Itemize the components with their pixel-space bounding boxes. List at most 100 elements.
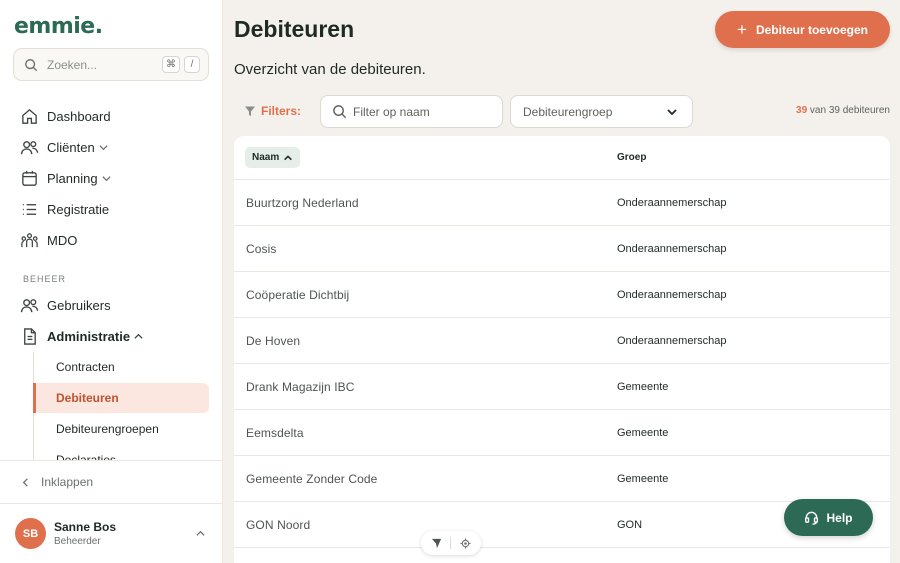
plus-icon: + xyxy=(737,20,747,39)
sidebar-item-label: Dashboard xyxy=(47,109,111,124)
sidebar-nav: Dashboard Cliënten Planning Registratie … xyxy=(0,101,222,352)
user-info: Sanne Bos Beheerder xyxy=(54,520,195,547)
page-subtitle: Overzicht van de debiteuren. xyxy=(234,61,426,78)
table-row[interactable]: Buurtzorg Nederland Onderaannemerschap xyxy=(234,180,890,226)
sidebar-item-label: Planning xyxy=(47,171,98,186)
group-filter-select[interactable]: Debiteurengroep xyxy=(510,95,693,128)
name-filter-placeholder: Filter op naam xyxy=(353,104,430,119)
sidebar-item-label: MDO xyxy=(47,233,78,248)
cell-name: Drank Magazijn IBC xyxy=(246,379,355,394)
cell-group: Onderaannemerschap xyxy=(617,196,727,209)
calendar-icon xyxy=(22,170,37,186)
cell-group: Gemeente xyxy=(617,472,669,485)
result-count-total: van 39 debiteuren xyxy=(809,105,890,116)
sidebar-item-gebruikers[interactable]: Gebruikers xyxy=(0,290,222,321)
chevron-up-icon xyxy=(196,530,205,536)
user-name: Sanne Bos xyxy=(54,520,117,534)
table-row[interactable]: Cosis Onderaannemerschap xyxy=(234,226,890,272)
sidebar-item-dashboard[interactable]: Dashboard xyxy=(0,101,222,132)
group-filter-value: Debiteurengroep xyxy=(523,104,613,119)
logo[interactable]: emmie. xyxy=(14,14,103,39)
cell-group: Onderaannemerschap xyxy=(617,288,727,301)
collapse-sidebar-button[interactable]: Inklappen xyxy=(0,460,222,503)
chevron-down-icon xyxy=(667,108,677,115)
table-row[interactable]: Drank Magazijn IBC Gemeente xyxy=(234,364,890,410)
chevron-down-icon xyxy=(101,176,111,182)
chevron-left-icon xyxy=(22,477,28,487)
sidebar-item-label: Cliënten xyxy=(47,140,95,155)
cell-name: Coöperatie Dichtbij xyxy=(246,287,350,302)
cell-name: Gemeente Zonder Code xyxy=(246,471,378,486)
submenu-item-contracten[interactable]: Contracten xyxy=(34,352,209,382)
sidebar-item-label: Registratie xyxy=(47,202,110,217)
sidebar-item-label: Administratie xyxy=(47,329,131,344)
floating-toolbar xyxy=(421,531,481,555)
help-button[interactable]: Help xyxy=(784,499,873,536)
chevron-down-icon xyxy=(99,145,108,151)
cell-group: Onderaannemerschap xyxy=(617,334,727,347)
submenu-administratie: Contracten Debiteuren Debiteurengroepen … xyxy=(33,352,222,460)
shortcut-key-cmd: ⌘ xyxy=(162,56,180,73)
column-header-groep[interactable]: Groep xyxy=(617,152,646,163)
filters-toggle[interactable]: Filters: xyxy=(244,104,301,118)
submenu-item-declaraties[interactable]: Declaraties xyxy=(34,445,209,460)
cell-group: GON xyxy=(617,518,643,531)
headset-icon xyxy=(805,511,819,525)
cell-name: Eemsdelta xyxy=(246,425,304,440)
column-header-naam: Naam xyxy=(234,147,617,168)
home-icon xyxy=(22,108,37,124)
team-icon xyxy=(21,233,38,248)
result-count-shown: 39 xyxy=(796,105,808,116)
column-label-naam: Naam xyxy=(252,152,280,163)
add-debiteur-button[interactable]: + Debiteur toevoegen xyxy=(715,11,890,48)
table-row[interactable]: Coöperatie Dichtbij Onderaannemerschap xyxy=(234,272,890,318)
shortcut-key-slash: / xyxy=(184,56,200,73)
sidebar-item-administratie[interactable]: Administratie xyxy=(0,321,222,352)
result-count: 39 van 39 debiteuren xyxy=(796,105,890,116)
cell-group: Gemeente xyxy=(617,380,669,393)
users-icon xyxy=(20,299,39,313)
help-label: Help xyxy=(826,510,853,525)
search-placeholder: Zoeken... xyxy=(47,57,98,72)
list-icon xyxy=(22,204,37,215)
cell-name: Buurtzorg Nederland xyxy=(246,195,359,210)
collapse-label: Inklappen xyxy=(41,475,94,489)
cell-name: GON Noord xyxy=(246,517,311,532)
user-menu[interactable]: SB Sanne Bos Beheerder xyxy=(0,503,222,563)
sidebar-item-registratie[interactable]: Registratie xyxy=(0,194,222,225)
table-row[interactable]: De Hoven Onderaannemerschap xyxy=(234,318,890,364)
chevron-up-icon xyxy=(134,333,143,339)
sort-by-naam-button[interactable]: Naam xyxy=(245,147,301,168)
cursor-icon[interactable] xyxy=(431,538,442,549)
search-icon xyxy=(25,58,38,71)
table-row[interactable]: Eemsdelta Gemeente xyxy=(234,410,890,456)
filters-label: Filters: xyxy=(261,104,302,118)
users-icon xyxy=(20,141,39,155)
table-row[interactable]: Gemeente Zonder Code Gemeente xyxy=(234,456,890,502)
cell-group: Onderaannemerschap xyxy=(617,242,727,255)
name-filter-input[interactable]: Filter op naam xyxy=(320,95,503,128)
avatar: SB xyxy=(15,518,46,549)
sidebar-item-mdo[interactable]: MDO xyxy=(0,225,222,256)
sidebar-item-planning[interactable]: Planning xyxy=(0,163,222,194)
toolbar-divider xyxy=(450,537,452,549)
debiteuren-table: Naam Groep Buurtzorg Nederland Onderaanne… xyxy=(234,136,890,563)
user-role: Beheerder xyxy=(54,536,101,547)
sidebar-item-clienten[interactable]: Cliënten xyxy=(0,132,222,163)
cell-name: Cosis xyxy=(246,241,277,256)
cell-name: De Hoven xyxy=(246,333,301,348)
section-label-beheer: BEHEER xyxy=(23,274,67,284)
chevron-up-icon xyxy=(284,154,293,160)
filter-icon xyxy=(245,106,255,116)
sidebar: emmie. Zoeken... ⌘ / Dashboard Cliënten … xyxy=(0,0,223,563)
document-icon xyxy=(24,328,36,345)
submenu-scroll-area[interactable]: Contracten Debiteuren Debiteurengroepen … xyxy=(0,352,222,460)
sidebar-search[interactable]: Zoeken... ⌘ / xyxy=(13,48,209,81)
sidebar-item-label: Gebruikers xyxy=(47,298,111,313)
cell-group: Gemeente xyxy=(617,426,669,439)
search-icon xyxy=(333,105,347,119)
target-icon[interactable] xyxy=(460,537,471,549)
submenu-item-debiteurengroepen[interactable]: Debiteurengroepen xyxy=(34,414,209,444)
page-title: Debiteuren xyxy=(234,16,355,42)
submenu-item-debiteuren[interactable]: Debiteuren xyxy=(33,383,209,413)
